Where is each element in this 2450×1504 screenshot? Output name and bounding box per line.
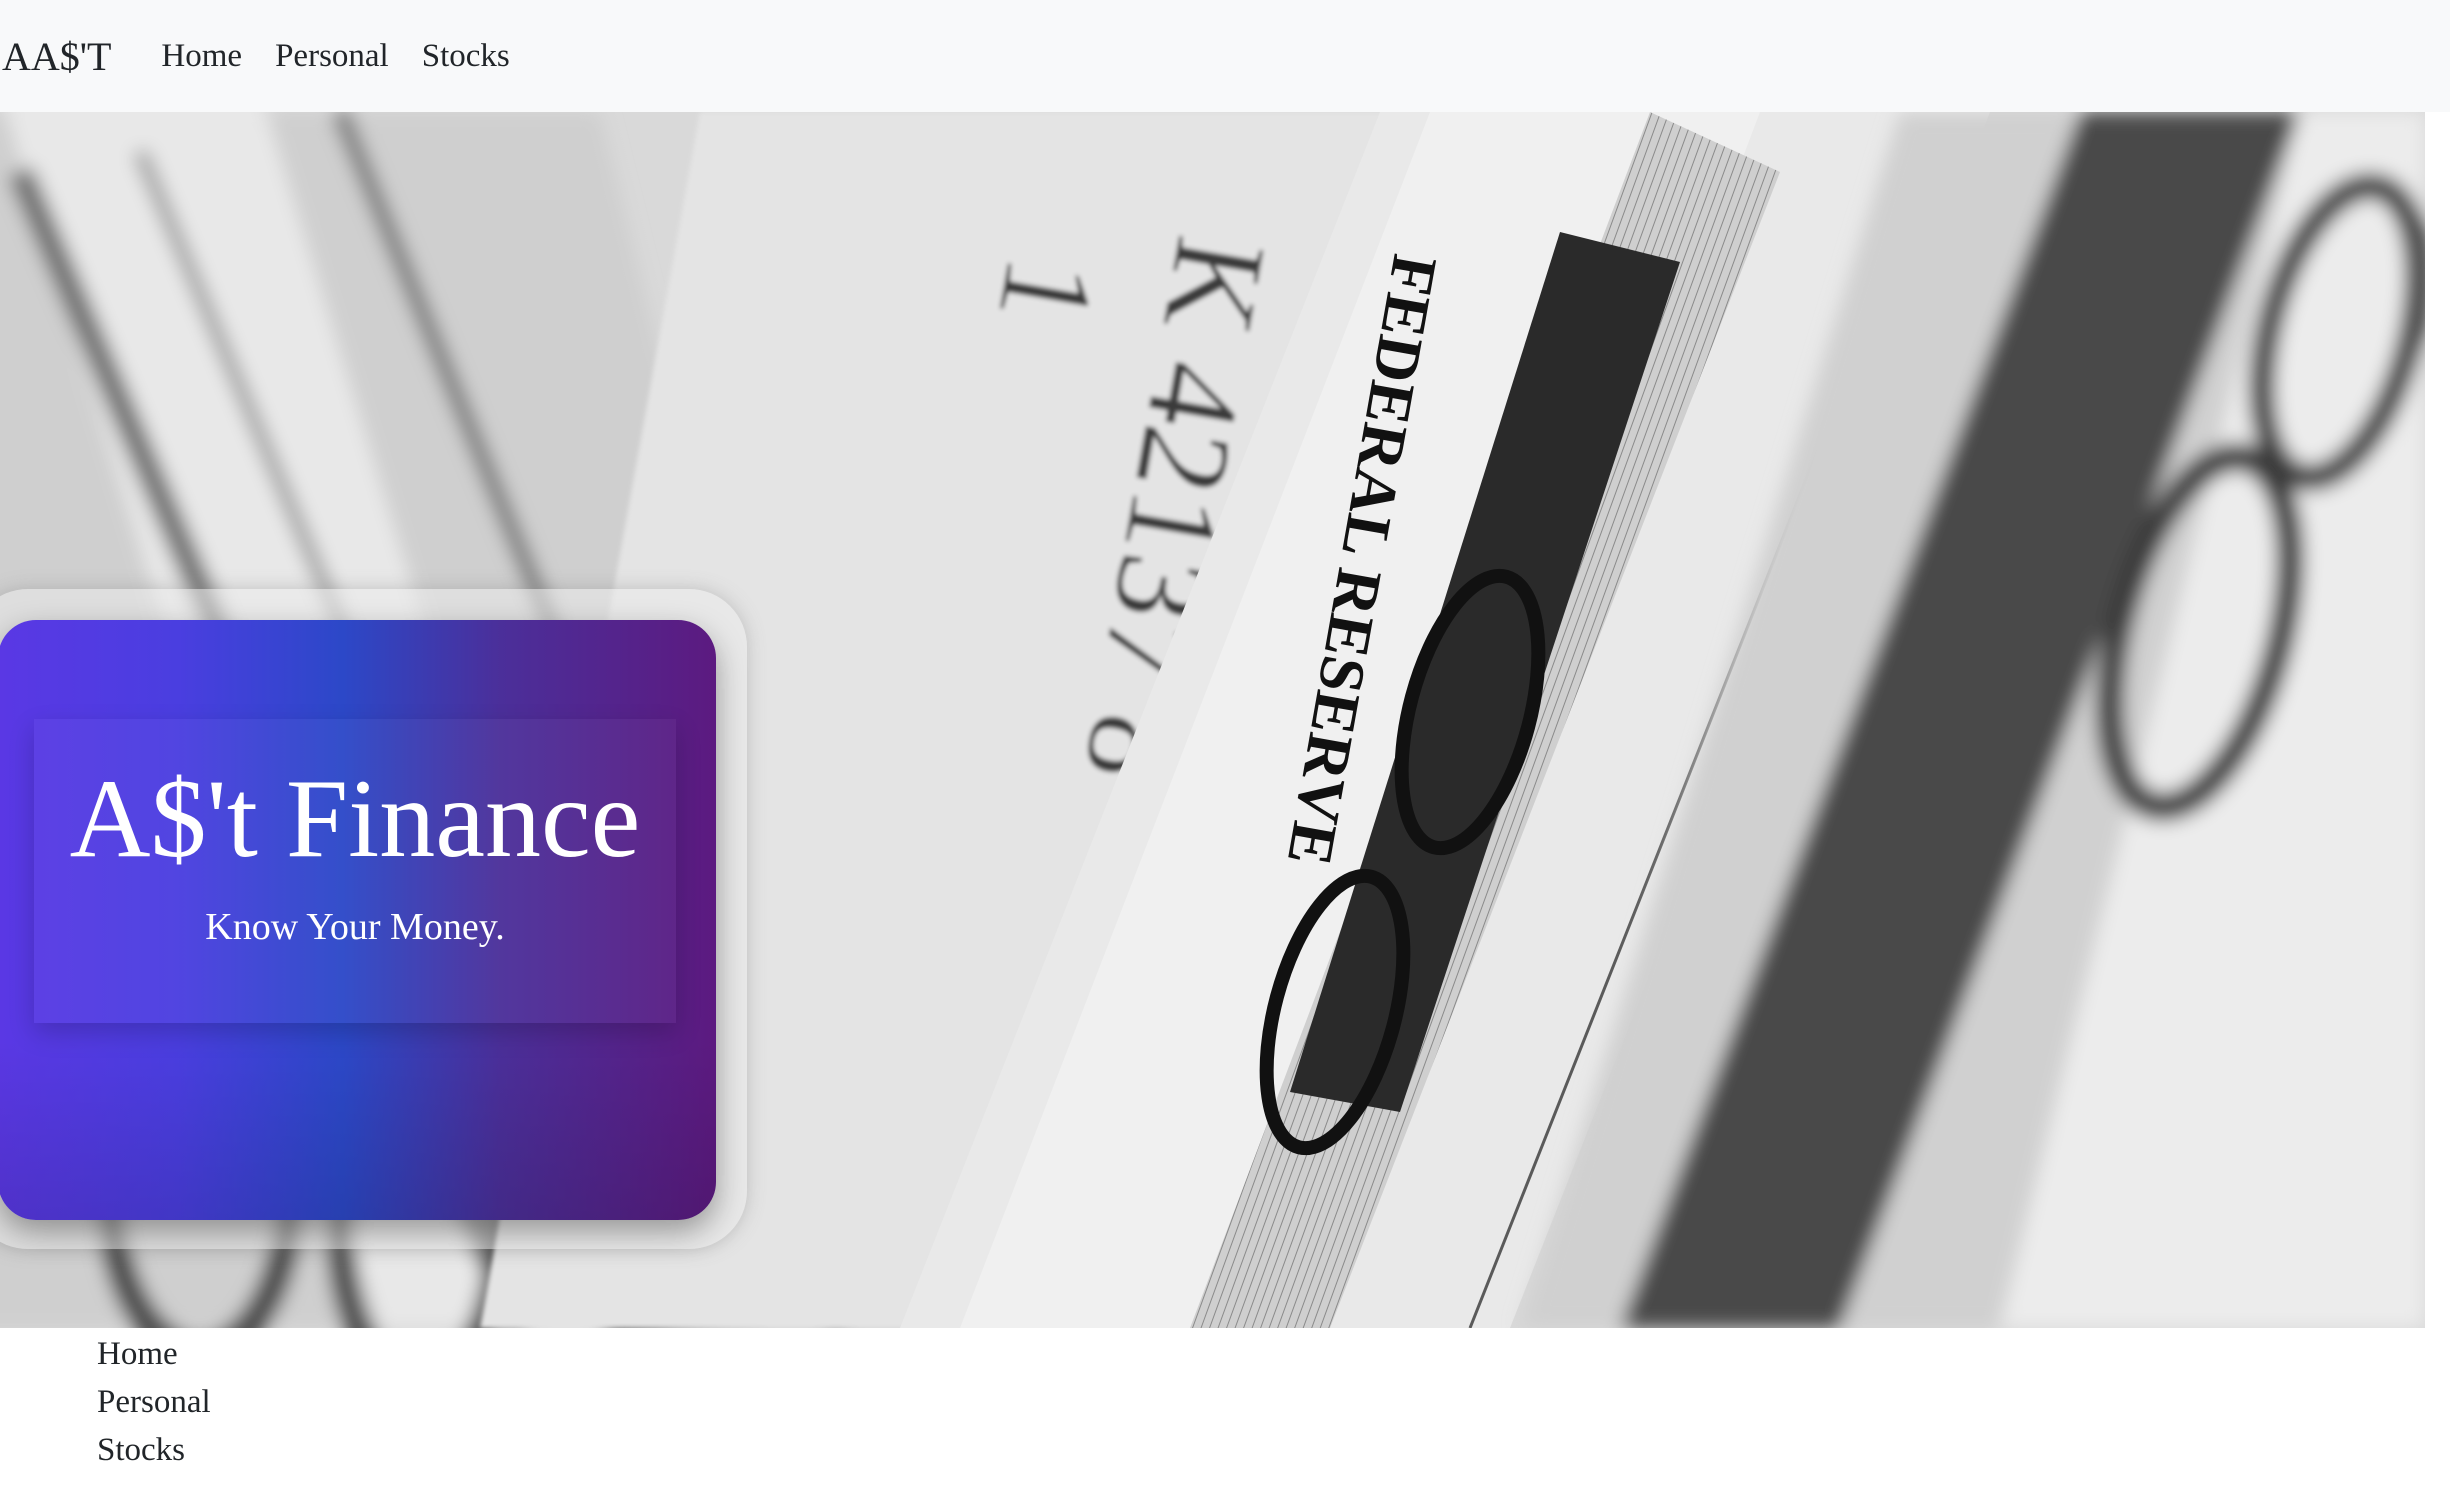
footer-link-home[interactable]: Home [97,1330,211,1378]
hero-title: A$'t Finance [69,757,641,881]
nav-link-stocks[interactable]: Stocks [422,38,510,75]
nav-link-personal[interactable]: Personal [275,38,389,75]
hero-section: 1 K 42137 8 FEDERAL RESERVE A$'t Finance… [0,112,2425,1328]
nav-link-home[interactable]: Home [161,38,242,75]
hero-card-content: A$'t Finance Know Your Money. [34,719,676,1023]
brand-logo-link[interactable]: AA$'T [2,33,111,80]
top-navbar: AA$'T Home Personal Stocks [0,0,2450,112]
footer-nav: Home Personal Stocks [97,1330,211,1474]
hero-card: A$'t Finance Know Your Money. [0,620,716,1220]
hero-subtitle: Know Your Money. [205,906,505,948]
footer-link-stocks[interactable]: Stocks [97,1426,211,1474]
footer-link-personal[interactable]: Personal [97,1378,211,1426]
